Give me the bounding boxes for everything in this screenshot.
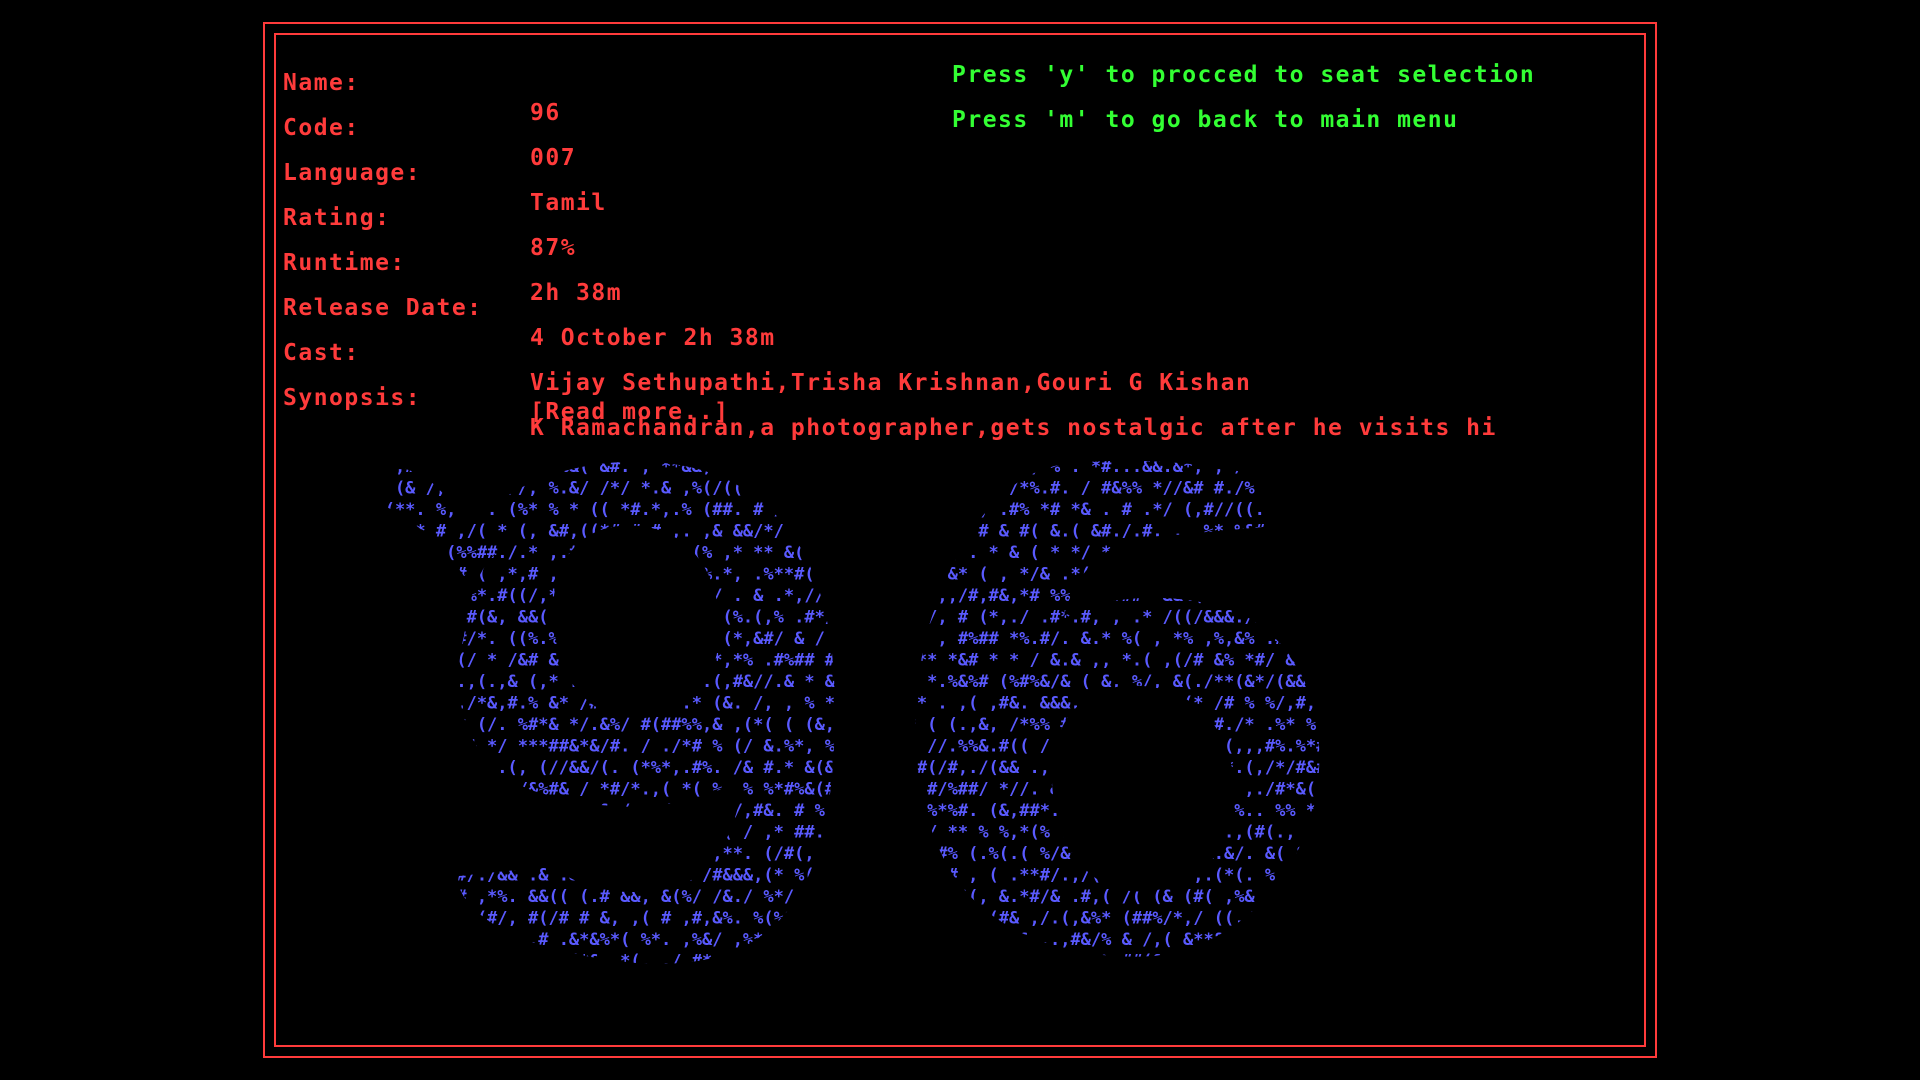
field-cast: Cast: Vijay Sethupathi,Trisha Krishnan,G… <box>283 308 1250 396</box>
field-language: Language: Tamil <box>283 128 605 216</box>
ascii-art-line: #/*. */ .(%%##./.* ,.#&,(& (% #..(% ,* *… <box>354 543 1541 563</box>
field-synopsis: Synopsis: K Ramachandran,a photographer,… <box>283 353 1495 441</box>
ascii-art-line: /&*/(%* ./&&#..&.&/. &( && * / . .. (.((… <box>354 844 1574 864</box>
ascii-art-line: /( .,#& #( * &%.&%/*%&( &#. , **&&, &&%#… <box>354 457 1574 477</box>
ascii-art-line: (*%#%,#%& #&(#/, #(/# # &, ,( # ,#,&%. %… <box>354 909 1574 929</box>
ascii-art-line: .&*,*% . *#...&&.&*, , / (/%(#(* // %..&… <box>354 457 1574 477</box>
field-label: Synopsis: <box>283 385 422 411</box>
field-value: 2h 38m <box>530 280 623 306</box>
ascii-art-line: , . (& /,, # / //, %.&/ /*/ *.& ,%(/(( ,… <box>354 479 1574 499</box>
field-value: 007 <box>530 145 577 171</box>
ascii-art-line: *#.&%, %* && &*, #./*(###%.* *% ..( &(./… <box>354 973 1574 993</box>
field-value: 96 <box>530 100 561 126</box>
ascii-art-poster: /( .,#& #( * &%.&%/*%&( &#. , **&&, &&%#… <box>354 456 1574 1041</box>
movie-details-panel: Name: 96 Code: 007 Language: Tamil Ratin… <box>274 33 1646 1047</box>
ascii-art-line: #* (# * # ,/( * (, &#,((*#,# # ,. ,& &&/… <box>354 522 1574 542</box>
read-more-link[interactable]: [Read more..] <box>530 397 730 427</box>
field-rating: Rating: 87% <box>283 173 575 261</box>
ascii-art-line: **( * %* /# ,*%. &&(( (.# &&, &(%/ /&./ … <box>354 887 1574 907</box>
ascii-art-line: %* /#/ &( ,* (/&&.(*%#*.. #/%,&(* & (/, … <box>354 973 1574 993</box>
field-code: Code: 007 <box>283 83 575 171</box>
ascii-art-line: *.# ,## /#%/#* ,,* %.. %% *#(*#&( * /(. … <box>354 801 1574 821</box>
ascii-art-line: %#%(**. %, % . (%* % * (( *#.*,.% (##. #… <box>354 500 1574 520</box>
field-runtime: Runtime: 2h 38m <box>283 218 621 306</box>
field-release-date: Release Date: 4 October 2h 38m <box>283 263 774 351</box>
field-value: Vijay Sethupathi,Trisha Krishnan,Gouri G… <box>530 370 1252 396</box>
ascii-art-line: (% .*&% (/*#& .#(,#.,(#(., ( % %, (/(** … <box>354 823 1574 843</box>
prompt-main-menu: Press 'm' to go back to main menu <box>952 107 1459 133</box>
field-value: 4 October 2h 38m <box>530 325 776 351</box>
ascii-art-line: (#&#&/,/%& % ##(& & ####%/ & ,,,#., %#& … <box>354 952 1574 972</box>
terminal-screen: Name: 96 Code: 007 Language: Tamil Ratin… <box>0 0 1920 1080</box>
field-name: Name: 96 <box>283 38 559 126</box>
ascii-art-line: .% ***(& %(.*,( .,# .&*&%*( %*. ,%&/ ,%*… <box>354 930 1574 950</box>
field-value: 87% <box>530 235 577 261</box>
field-value: Tamil <box>530 190 607 216</box>
ascii-art-canvas: /( .,#& #( * &%.&%/*%&( &#. , **&&, &&%#… <box>354 457 1574 993</box>
ascii-art-line: *# (* %%. .// #% %#(.(*&, *(. ./ #* ,*%%… <box>354 952 1574 972</box>
prompt-seat-selection: Press 'y' to procced to seat selection <box>952 62 1536 88</box>
